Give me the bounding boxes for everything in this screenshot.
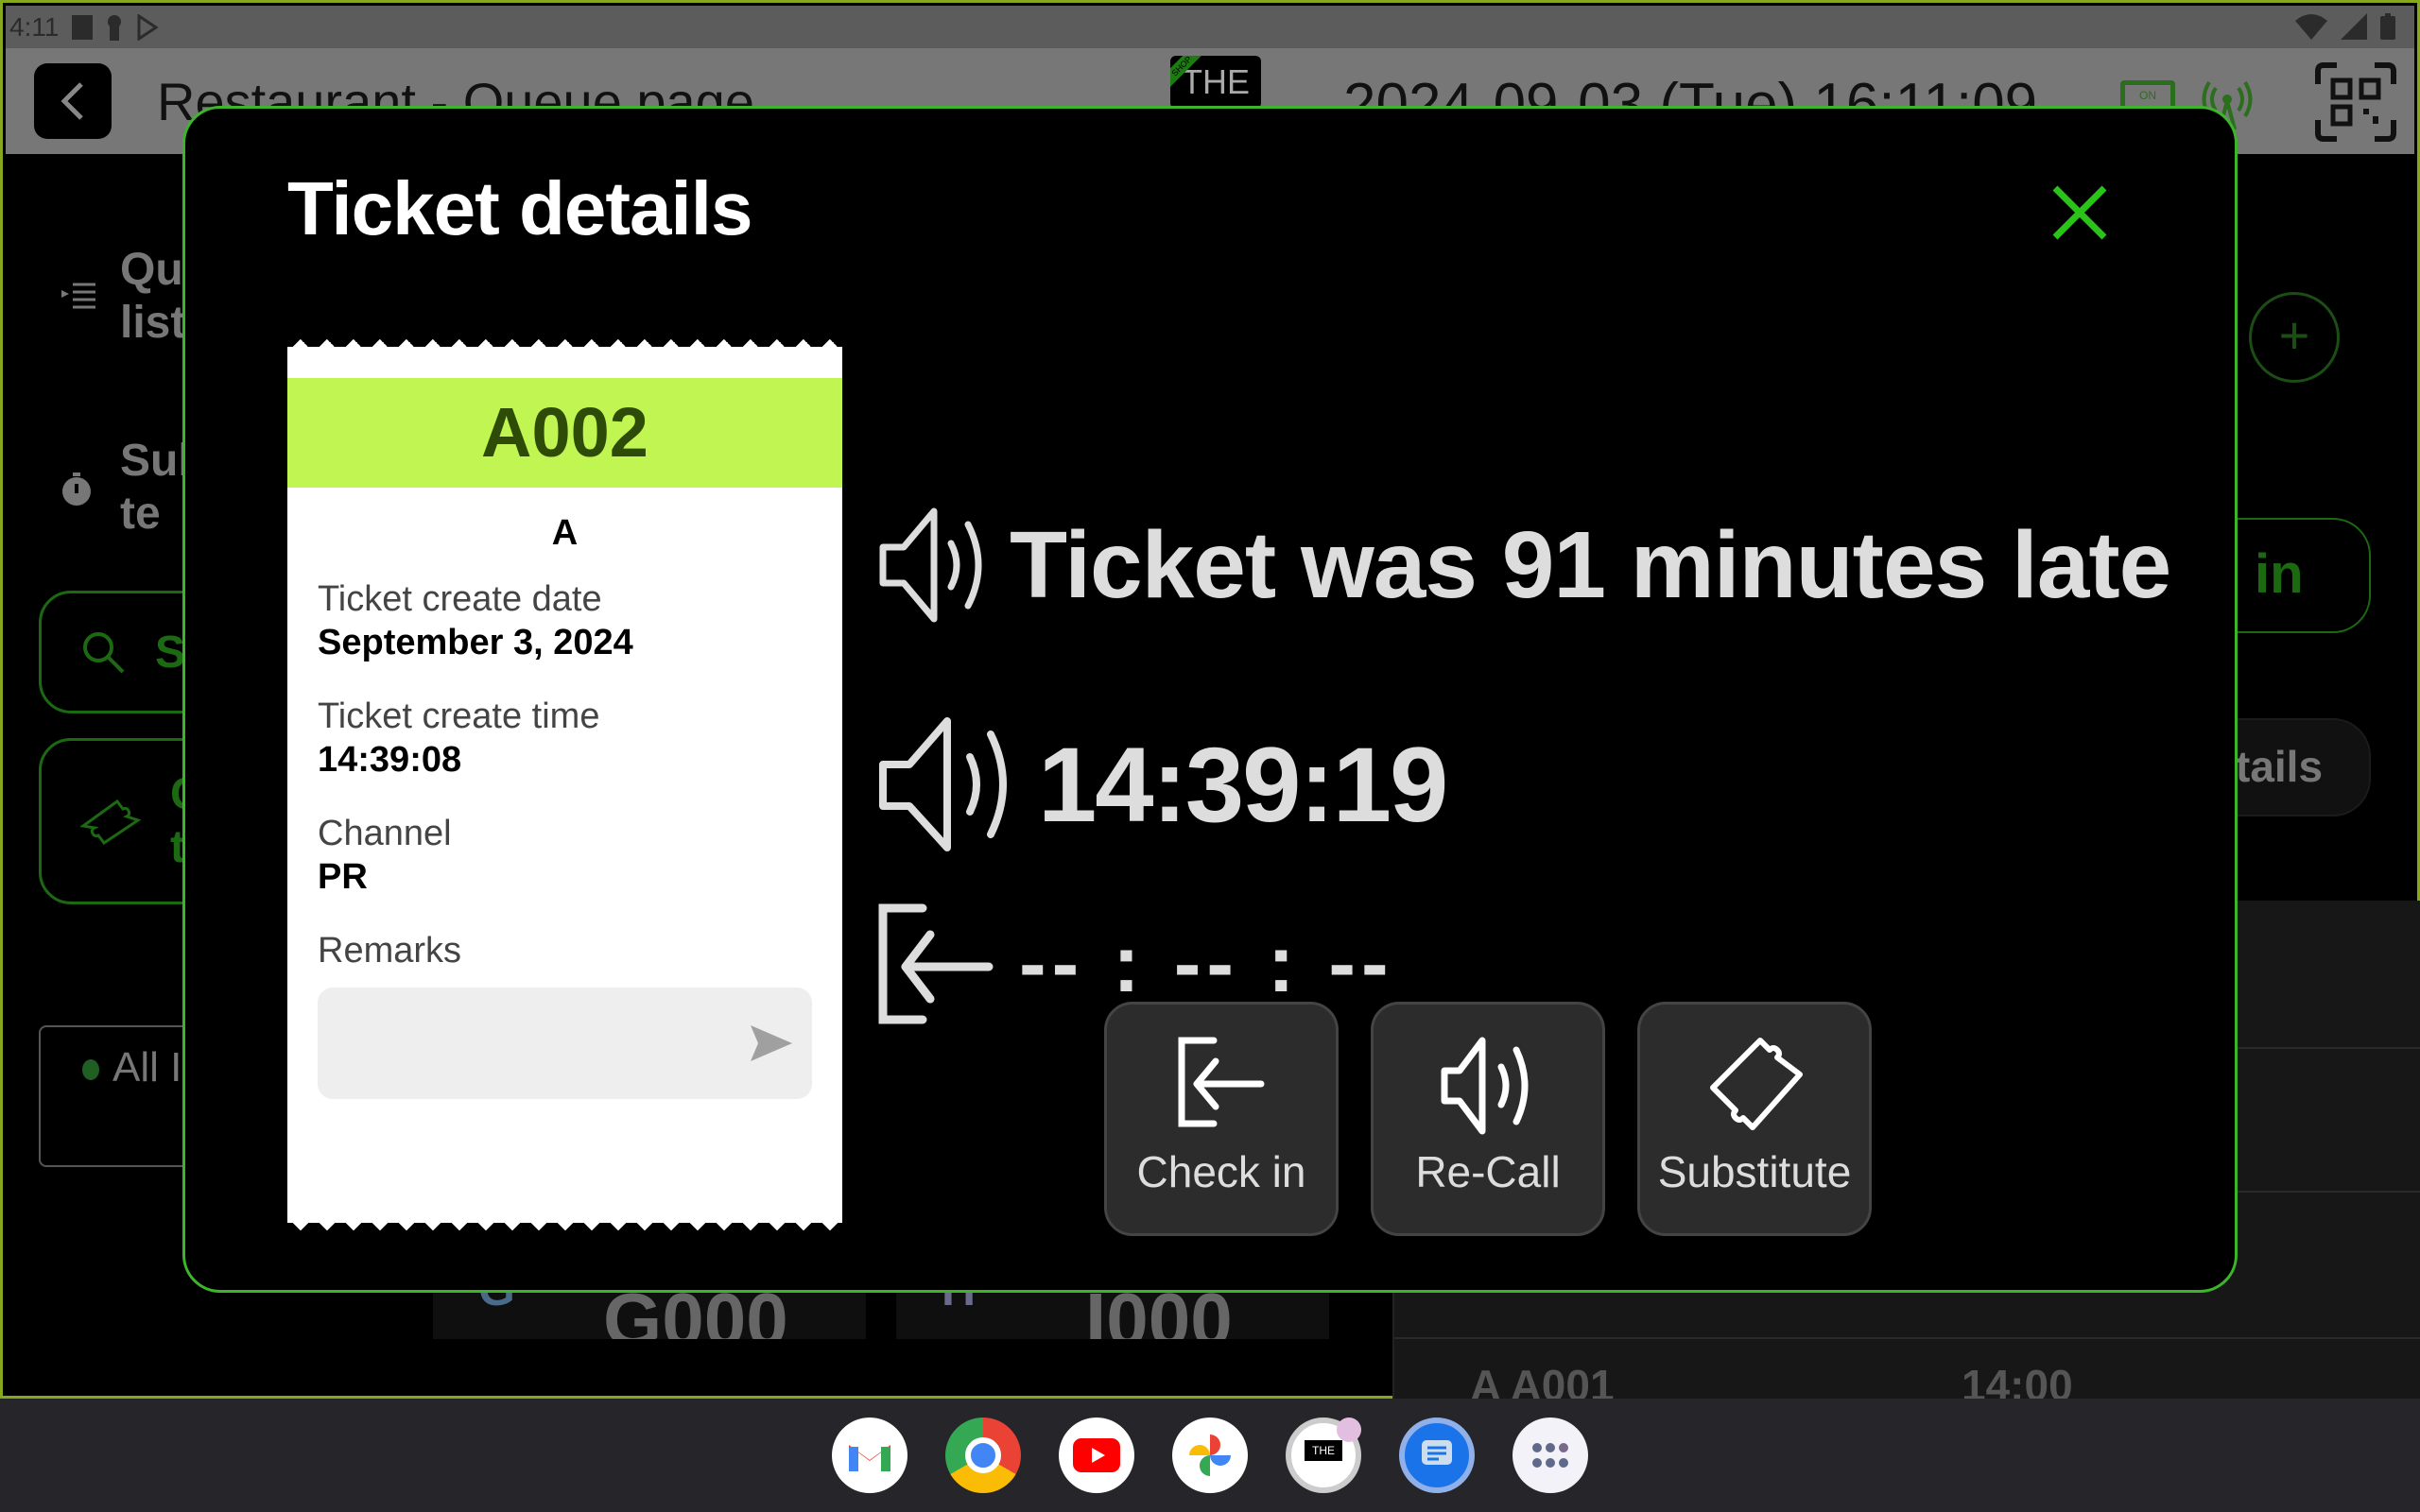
ticket-channel: Channel PR [318,812,452,899]
substitute-label: Substitute [1657,1147,1852,1196]
modal-title: Ticket details [287,166,752,250]
ticket-queue: A [551,513,579,553]
add-button[interactable]: + [2249,292,2340,383]
notification-dot [1337,1418,1361,1442]
stopwatch-icon [62,472,91,506]
check-in-button[interactable]: Check in [1104,1002,1339,1236]
shop-logo: SHOP THE [1170,56,1261,109]
close-x-icon[interactable] [2044,177,2116,249]
dock-app-chrome[interactable] [945,1418,1021,1493]
late-message: Ticket was 91 minutes late [1010,511,2171,618]
on-badge: ON [2139,89,2156,102]
substitute-button[interactable]: Substitute [1637,1002,1872,1236]
qr-scan-icon[interactable] [2314,61,2397,143]
cellular-signal-icon [2341,13,2367,40]
field-value: 14:39:08 [318,740,462,780]
remarks-input[interactable] [318,988,812,1099]
dock-app-the-guru[interactable]: THE [1286,1418,1361,1493]
play-store-icon [137,13,160,41]
ticket-icon [79,799,142,845]
call-time-row: 14:39:19 [875,713,1448,855]
app-grid-icon [1532,1443,1568,1468]
ticket-zigzag-top [287,332,842,347]
re-call-button[interactable]: Re-Call [1371,1002,1605,1236]
speaker-icon [879,717,1007,851]
dock-app-messages[interactable] [1399,1418,1475,1493]
speaker-icon [1441,1037,1529,1135]
ticket-number: A002 [287,378,842,488]
bg-card-code: I000 [1085,1288,1233,1339]
field-label: Ticket create date [318,579,602,619]
send-icon[interactable] [749,1023,794,1063]
battery-icon [2380,13,2395,40]
dock-app-photos[interactable] [1172,1418,1248,1493]
ticket-icon [1710,1038,1803,1130]
call-time: 14:39:19 [1038,725,1448,844]
ticket-create-date: Ticket create date September 3, 2024 [318,577,633,664]
ticket-zigzag-bottom [287,1223,842,1238]
chevron-left-icon [60,82,83,120]
screen: 4:11 Restaurant - Queue page SHOP THE 20… [0,0,2420,1512]
photos-icon [1189,1435,1231,1476]
sidebar-label-line1: Sul [120,436,191,486]
bg-queue-card-g: G G000 [433,1288,866,1339]
checkin-time: -- : -- : -- [1019,918,1394,1009]
check-in-icon [878,903,994,1024]
gmail-icon [849,1445,890,1471]
sidebar-label-line2: te [120,489,161,539]
search-icon [83,632,125,674]
dock-app-youtube[interactable] [1059,1418,1134,1493]
check-in-label: Check in [1136,1147,1306,1196]
bg-queue-card-h: H I000 [896,1288,1329,1339]
queue-list-icon [61,283,95,309]
taskbar-dock: THE [0,1399,2420,1512]
plus-icon: + [2278,305,2310,365]
late-message-row: Ticket was 91 minutes late [875,506,2171,625]
dock-app-gmail[interactable] [832,1418,908,1493]
speaker-icon [879,507,982,623]
status-dot [82,1059,99,1081]
logo-text: THE [1182,62,1250,101]
bg-checkin-label: in [2255,543,2304,605]
status-bar: 4:11 [6,6,2414,48]
keyhole-icon [108,14,122,41]
ticket-create-time: Ticket create time 14:39:08 [318,695,599,782]
ticket-details-modal: Ticket details A002 A Ticket create date… [182,106,2238,1293]
the-guru-icon: THE [1305,1440,1342,1461]
check-in-icon [1178,1037,1265,1127]
filter-label: All I [112,1044,182,1091]
bg-card-code: G000 [603,1288,788,1339]
ticket-card: A002 A Ticket create date September 3, 2… [287,332,842,1238]
bg-details-label: tails [2236,742,2324,791]
status-time: 4:11 [9,11,60,42]
chrome-icon [965,1437,1001,1473]
field-value: September 3, 2024 [318,623,633,662]
field-label: Channel [318,814,452,853]
field-label: Ticket create time [318,696,600,736]
remarks-label: Remarks [318,931,462,971]
back-button[interactable] [34,63,112,139]
wifi-icon [2295,14,2327,40]
youtube-icon [1073,1438,1120,1472]
messages-icon [1422,1440,1452,1465]
dock-app-drawer[interactable] [1512,1418,1588,1493]
row-divider [1394,1337,2420,1339]
the-guru-app-icon [72,14,94,40]
re-call-label: Re-Call [1415,1147,1561,1196]
sidebar-item-subtitle[interactable]: Sul te [60,435,191,541]
ticket-remarks: Remarks [318,929,461,972]
field-value: PR [318,857,368,897]
